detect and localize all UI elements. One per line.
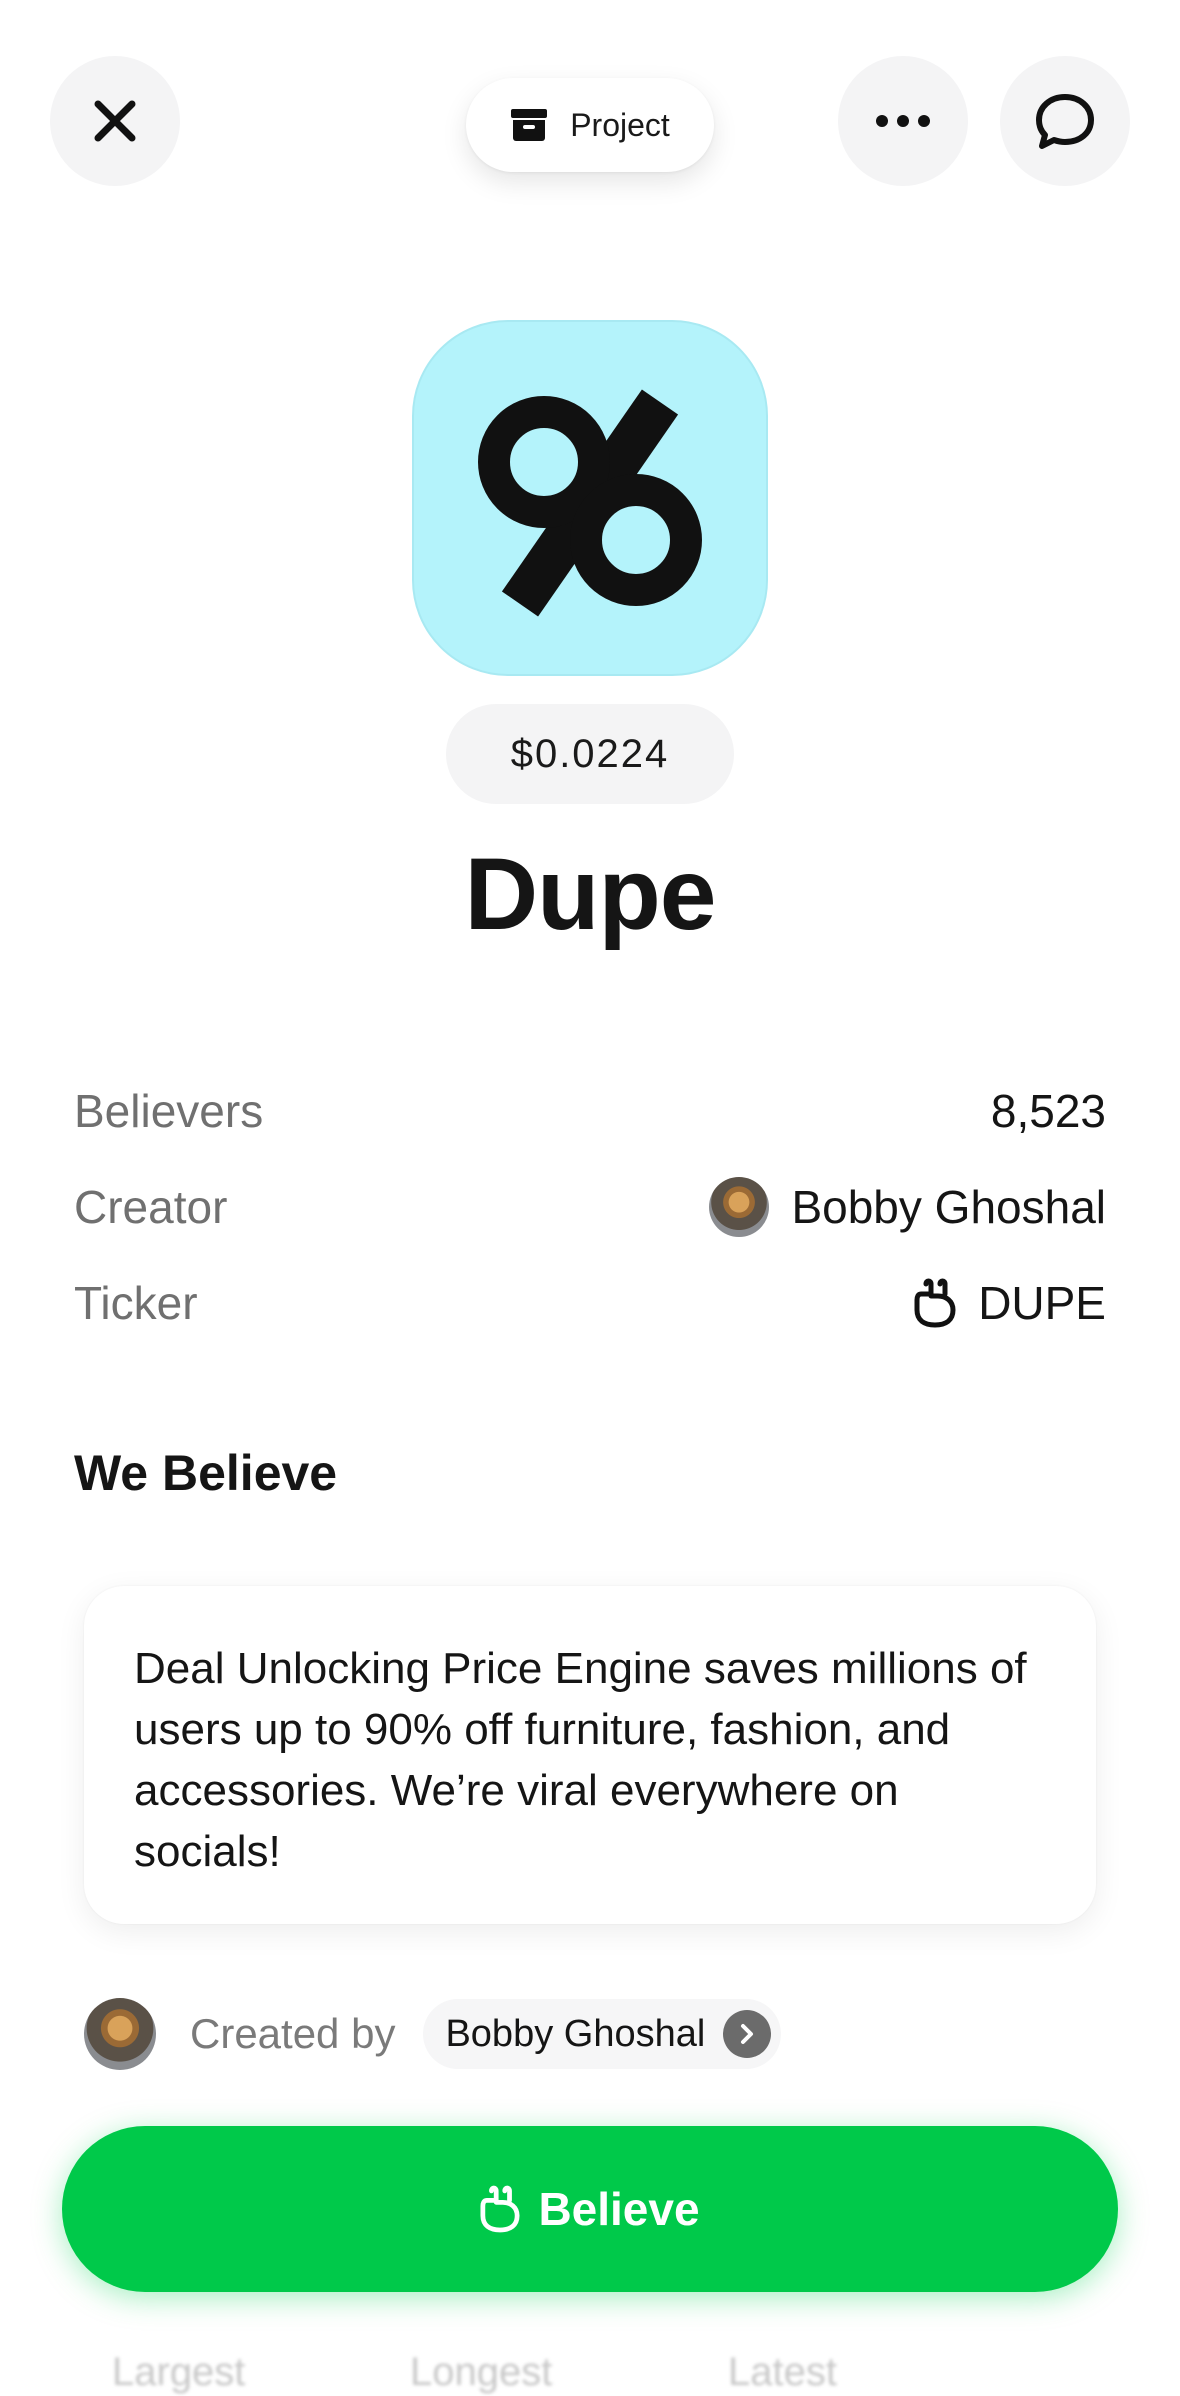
stat-label: Ticker [74,1277,198,1329]
project-title: Dupe [464,837,717,951]
percent-icon [478,389,702,617]
stat-label: Believers [74,1085,264,1137]
believers-count: 8,523 [990,1085,1106,1137]
more-dots-icon [876,115,930,127]
project-description: Deal Unlocking Price Engine saves millio… [134,1644,1027,1876]
comment-bubble-icon [1036,94,1094,149]
avatar [84,1998,156,2070]
stat-label: Creator [74,1181,228,1233]
creator-name: Bobby Ghoshal [791,1181,1106,1233]
project-context-pill[interactable]: Project [466,78,714,172]
project-app-icon [412,320,768,676]
believe-button-label: Believe [538,2183,700,2235]
archive-box-icon [511,109,548,141]
tab-longest[interactable]: Longest [410,2350,552,2395]
believe-button[interactable]: Believe [62,2126,1118,2292]
created-by-label: Created by [190,2010,396,2057]
ticker-value: DUPE [914,1276,1106,1330]
created-by-row: Created by Bobby Ghoshal [84,1996,782,2072]
tab-latest[interactable]: Latest [728,2350,837,2395]
description-card: Deal Unlocking Price Engine saves millio… [84,1586,1096,1924]
believe-logo-icon [914,1278,956,1328]
believe-logo-icon [480,2185,520,2233]
creator-chip[interactable]: Bobby Ghoshal [423,1999,782,2069]
stat-row-creator: Creator Bobby Ghoshal [74,1172,1106,1242]
token-price-badge: $0.0224 [446,704,734,804]
project-page: Project $0.0224 Dupe Believers 8,523 Cre… [0,0,1180,2396]
tab-largest[interactable]: Largest [112,2350,245,2395]
creator-link[interactable]: Bobby Ghoshal [709,1177,1106,1237]
close-button[interactable] [50,56,180,186]
more-button[interactable] [838,56,968,186]
section-title: We Believe [74,1445,338,1501]
ticker-symbol: DUPE [978,1277,1106,1329]
chevron-right-icon [723,2010,772,2058]
stat-row-ticker: Ticker DUPE [74,1268,1106,1338]
creator-chip-name: Bobby Ghoshal [445,2012,706,2055]
avatar [709,1177,770,1237]
comment-button[interactable] [1000,56,1130,186]
project-context-label: Project [570,106,670,143]
close-icon [94,100,136,142]
sort-tabs: Largest Longest Latest [0,2350,1180,2396]
stat-row-believers: Believers 8,523 [74,1076,1106,1146]
